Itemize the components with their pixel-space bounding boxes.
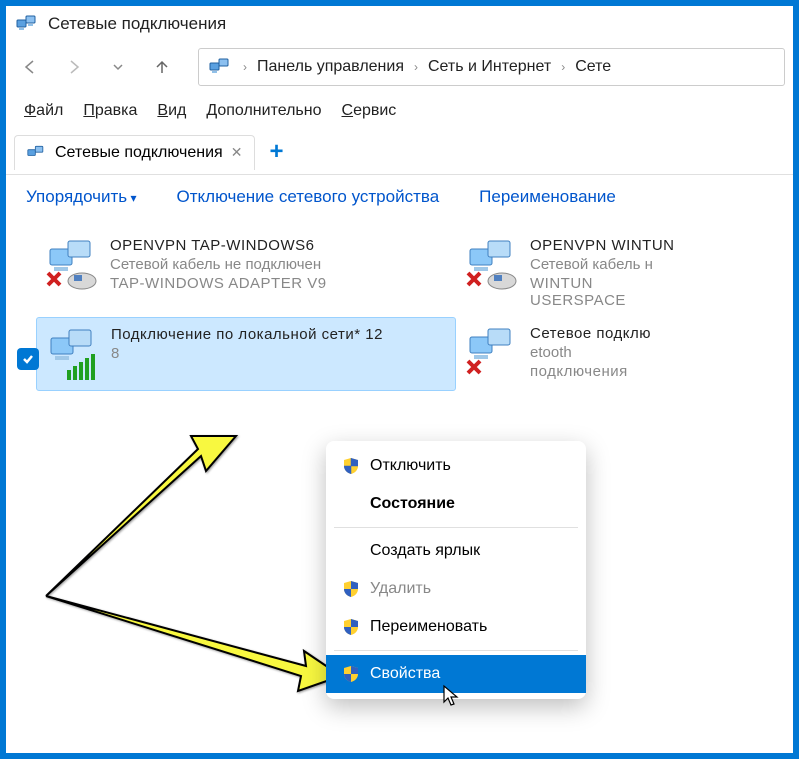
- network-icon: [16, 14, 40, 34]
- shield-icon: [342, 665, 360, 683]
- shield-icon: [342, 457, 360, 475]
- connections-list: OPENVPN TAP-WINDOWS6 Сетевой кабель не п…: [6, 219, 793, 401]
- close-icon[interactable]: ✕: [231, 144, 243, 161]
- up-button[interactable]: [146, 51, 178, 83]
- connection-name: OPENVPN TAP-WINDOWS6: [110, 237, 327, 254]
- add-tab-button[interactable]: +: [259, 134, 293, 170]
- menu-service[interactable]: Сервис: [334, 98, 405, 124]
- shield-icon: [342, 618, 360, 636]
- ctx-disable[interactable]: Отключить: [326, 447, 586, 485]
- connection-adapter: TAP-WINDOWS ADAPTER V9: [110, 275, 327, 292]
- connection-status: Сетевой кабель н: [530, 256, 688, 273]
- breadcrumb-item[interactable]: Сеть и Интернет: [428, 58, 551, 76]
- ctx-label: Состояние: [370, 495, 455, 513]
- ctx-shortcut[interactable]: Создать ярлык: [326, 532, 586, 570]
- ctx-label: Переименовать: [370, 618, 487, 636]
- network-adapter-icon: [464, 237, 520, 293]
- menu-extra[interactable]: Дополнительно: [198, 98, 329, 124]
- ctx-rename[interactable]: Переименовать: [326, 608, 586, 646]
- tab-label: Сетевые подключения: [55, 144, 223, 162]
- rename-button[interactable]: Переименование: [479, 187, 616, 207]
- ctx-label: Отключить: [370, 457, 451, 475]
- disable-device-button[interactable]: Отключение сетевого устройства: [177, 187, 440, 207]
- connection-adapter: WINTUN USERSPACE: [530, 275, 688, 309]
- menu-file[interactable]: Файл: [16, 98, 71, 124]
- back-button[interactable]: [14, 51, 46, 83]
- shield-icon: [342, 580, 360, 598]
- connection-name: Сетевое подклю: [530, 325, 651, 342]
- network-icon: [209, 57, 233, 77]
- context-menu: Отключить Состояние Создать ярлык Удалит…: [326, 441, 586, 699]
- menu-separator: [334, 527, 578, 528]
- connection-adapter: подключения: [530, 363, 651, 380]
- arrange-button[interactable]: Упорядочить: [26, 187, 137, 207]
- connection-item-selected[interactable]: Подключение по локальной сети* 12 8: [36, 317, 456, 391]
- breadcrumb-item[interactable]: Сете: [575, 58, 611, 76]
- connection-item[interactable]: OPENVPN TAP-WINDOWS6 Сетевой кабель не п…: [36, 229, 456, 317]
- titlebar: Сетевые подключения: [6, 6, 793, 42]
- ctx-label: Создать ярлык: [370, 542, 480, 560]
- connection-status: Сетевой кабель не подключен: [110, 256, 327, 273]
- ctx-label: Свойства: [370, 665, 440, 683]
- chevron-right-icon: ›: [561, 60, 565, 74]
- network-icon: [27, 144, 47, 162]
- connection-status: etooth: [530, 344, 651, 361]
- checkbox-checked-icon[interactable]: [17, 348, 39, 370]
- breadcrumb-item[interactable]: Панель управления: [257, 58, 404, 76]
- connection-adapter: 8: [111, 345, 383, 362]
- chevron-right-icon: ›: [243, 60, 247, 74]
- connection-name: OPENVPN WINTUN: [530, 237, 688, 254]
- navbar: › Панель управления › Сеть и Интернет › …: [6, 42, 793, 92]
- forward-button[interactable]: [58, 51, 90, 83]
- network-adapter-icon: [44, 237, 100, 293]
- ctx-status[interactable]: Состояние: [326, 485, 586, 523]
- connection-item[interactable]: OPENVPN WINTUN Сетевой кабель н WINTUN U…: [456, 229, 696, 317]
- chevron-right-icon: ›: [414, 60, 418, 74]
- ctx-delete[interactable]: Удалить: [326, 570, 586, 608]
- cursor-icon: [442, 684, 462, 708]
- menu-view[interactable]: Вид: [149, 98, 194, 124]
- menu-edit[interactable]: Правка: [75, 98, 145, 124]
- recent-button[interactable]: [102, 51, 134, 83]
- network-adapter-icon: [45, 326, 101, 382]
- breadcrumb[interactable]: › Панель управления › Сеть и Интернет › …: [198, 48, 785, 86]
- tab-network-connections[interactable]: Сетевые подключения ✕: [14, 135, 255, 170]
- toolbar: Упорядочить Отключение сетевого устройст…: [6, 175, 793, 219]
- menu-separator: [334, 650, 578, 651]
- menubar: Файл Правка Вид Дополнительно Сервис: [6, 92, 793, 130]
- tabbar: Сетевые подключения ✕ +: [6, 130, 793, 175]
- window-title: Сетевые подключения: [48, 14, 226, 34]
- annotation-arrow: [26, 426, 346, 706]
- ctx-label: Удалить: [370, 580, 431, 598]
- connection-name: Подключение по локальной сети* 12: [111, 326, 383, 343]
- network-adapter-icon: [464, 325, 520, 381]
- connection-item[interactable]: Сетевое подклю etooth подключения: [456, 317, 696, 391]
